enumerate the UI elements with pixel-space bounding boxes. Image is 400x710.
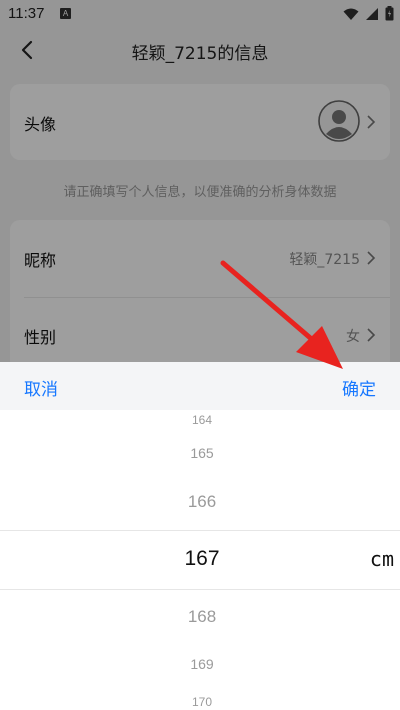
picker-item[interactable]: 165 bbox=[0, 445, 400, 461]
picker-item[interactable]: 166 bbox=[0, 492, 400, 512]
cancel-button[interactable]: 取消 bbox=[24, 375, 58, 400]
unit-label: cm bbox=[369, 547, 394, 571]
selection-line-bottom bbox=[0, 589, 400, 590]
picker-item[interactable]: 168 bbox=[0, 607, 400, 627]
modal-overlay[interactable] bbox=[0, 0, 400, 362]
picker-item[interactable]: 170 bbox=[0, 696, 400, 708]
confirm-button[interactable]: 确定 bbox=[342, 375, 376, 400]
picker-toolbar: 取消 确定 bbox=[0, 362, 400, 410]
picker-item-selected[interactable]: 167 bbox=[0, 547, 400, 571]
selection-line-top bbox=[0, 530, 400, 531]
picker-item[interactable]: 164 bbox=[0, 413, 400, 425]
picker-item[interactable]: 169 bbox=[0, 656, 400, 672]
